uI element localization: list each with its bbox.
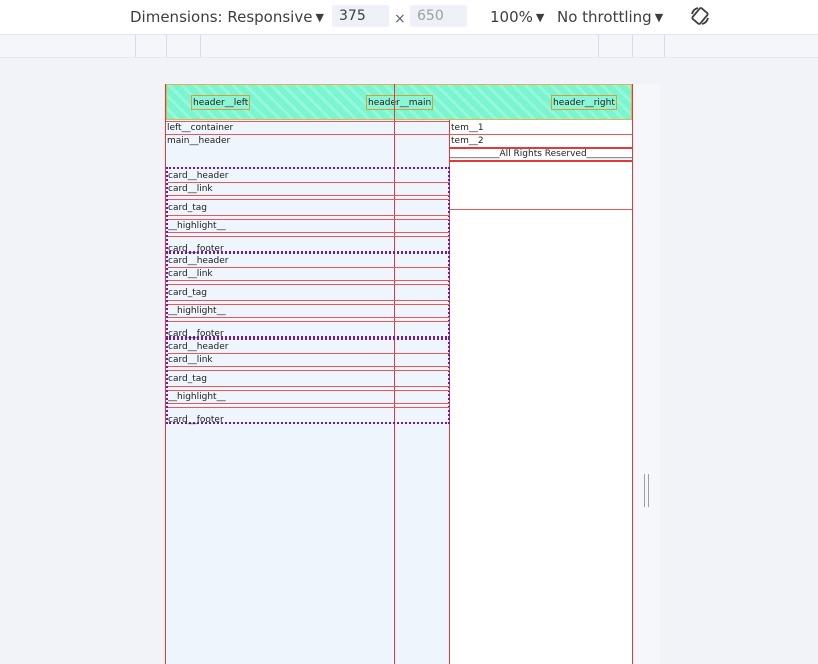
divider — [168, 300, 450, 301]
throttling-dropdown[interactable]: No throttling ▼ — [557, 6, 663, 28]
divider — [168, 215, 450, 216]
divider — [168, 182, 450, 183]
times-icon: × — [394, 11, 406, 27]
width-input[interactable]: 375 — [332, 5, 389, 27]
header-right: header__right — [551, 95, 617, 110]
card-header: card__header — [168, 171, 229, 181]
card-highlight: __highlight__ — [168, 306, 226, 316]
divider — [168, 195, 450, 196]
viewport-gutter — [633, 84, 660, 664]
right-panel — [449, 120, 632, 664]
throttling-label: No throttling — [557, 8, 652, 26]
divider — [168, 267, 450, 268]
footer-text: ___________All Rights Reserved__________… — [450, 149, 633, 159]
ruler-tick — [200, 35, 201, 57]
divider — [168, 280, 450, 281]
card-highlight: __highlight__ — [168, 221, 226, 231]
divider — [168, 407, 450, 408]
card-link[interactable]: card__link — [168, 184, 213, 195]
page-header: header__left header__main header__right — [166, 84, 632, 120]
divider — [168, 232, 450, 233]
divider — [168, 321, 450, 322]
main-header-label: main__header — [167, 136, 231, 146]
divider — [168, 353, 450, 354]
divider — [168, 284, 450, 285]
divider — [168, 219, 450, 220]
card-tag: card_tag — [168, 374, 207, 384]
list-item: tem__2 — [451, 136, 484, 146]
left-container-label: left__container — [167, 123, 234, 133]
rotate-icon[interactable] — [689, 5, 711, 27]
device-toolbar: Dimensions: Responsive ▼ 375 × 650 100% ▼ … — [0, 0, 818, 35]
card-header: card__header — [168, 256, 229, 266]
divider — [449, 134, 632, 135]
ruler-tick — [664, 35, 665, 57]
card-footer: card__footer — [168, 415, 224, 425]
card: card__header card__link card_tag __highligh… — [166, 338, 450, 425]
divider — [168, 236, 450, 237]
list-item: tem__1 — [451, 123, 484, 133]
height-input[interactable]: 650 — [410, 5, 467, 27]
divider — [168, 403, 450, 404]
divider — [168, 390, 450, 391]
divider — [168, 199, 450, 200]
divider — [168, 317, 450, 318]
divider — [166, 134, 449, 135]
card-link[interactable]: card__link — [168, 355, 213, 366]
ruler-tick — [135, 35, 136, 57]
divider — [168, 366, 450, 367]
ruler-tick — [598, 35, 599, 57]
resize-handle[interactable] — [644, 474, 649, 507]
zoom-label: 100% — [490, 8, 533, 26]
dimensions-label: Dimensions: Responsive — [130, 8, 313, 26]
dimensions-dropdown[interactable]: Dimensions: Responsive ▼ — [130, 6, 324, 28]
zoom-dropdown[interactable]: 100% ▼ — [490, 6, 544, 28]
caret-down-icon: ▼ — [315, 11, 324, 24]
card-tag: card_tag — [168, 203, 207, 213]
divider — [168, 304, 450, 305]
ruler-tick — [166, 35, 167, 57]
header-left: header__left — [191, 95, 251, 110]
card: card__header card__link card_tag __highligh… — [166, 167, 450, 254]
card-link[interactable]: card__link — [168, 269, 213, 280]
media-query-bar — [0, 35, 818, 58]
header-main: header__main — [366, 95, 434, 110]
divider — [449, 209, 632, 210]
divider — [168, 386, 450, 387]
ruler-tick — [632, 35, 633, 57]
caret-down-icon: ▼ — [535, 11, 545, 24]
card-tag: card_tag — [168, 288, 207, 298]
card: card__header card__link card_tag __highligh… — [166, 252, 450, 339]
card-highlight: __highlight__ — [168, 392, 226, 402]
divider — [449, 160, 632, 162]
card-header: card__header — [168, 342, 229, 352]
caret-down-icon: ▼ — [654, 11, 664, 24]
divider — [168, 370, 450, 371]
device-viewport: header__left header__main header__right … — [165, 84, 633, 664]
